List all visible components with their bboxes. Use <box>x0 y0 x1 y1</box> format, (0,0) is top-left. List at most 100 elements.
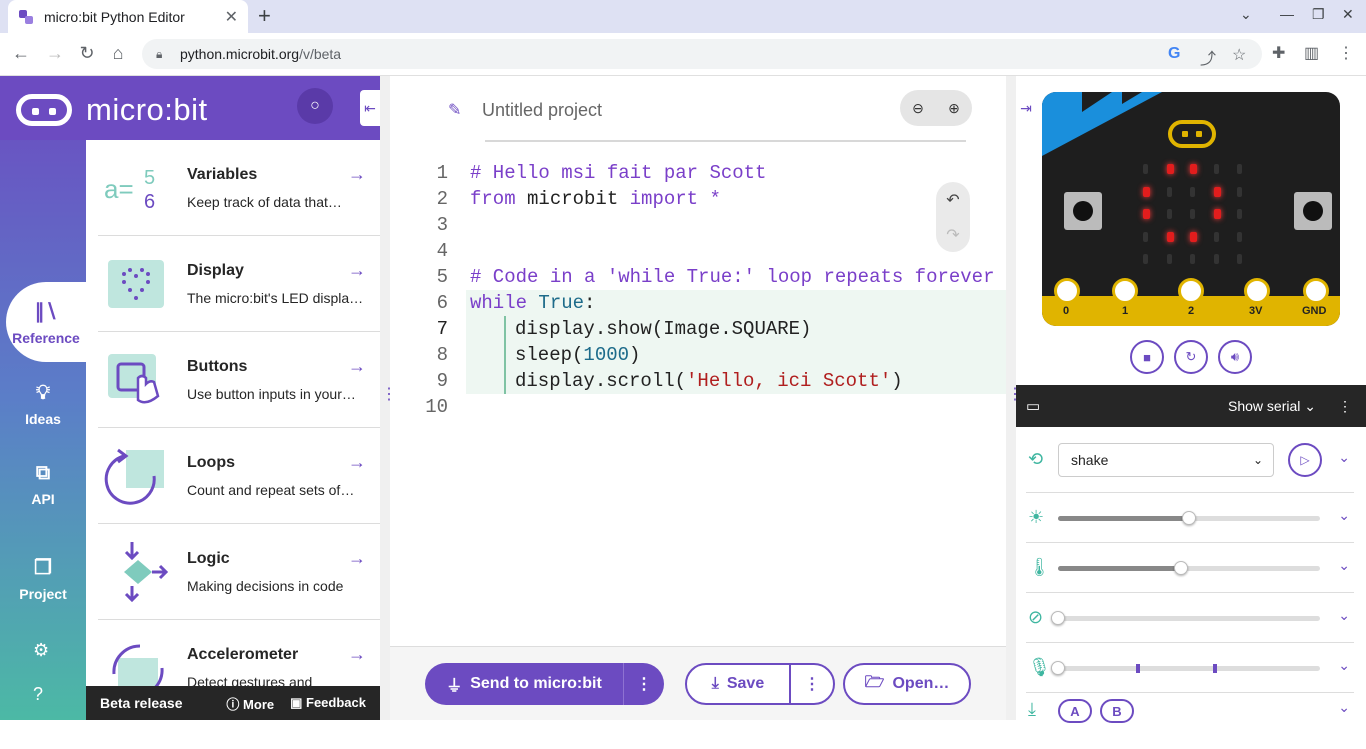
browser-menu-icon[interactable]: ⋮ <box>1338 43 1354 63</box>
home-icon[interactable]: ⌂ <box>107 43 129 64</box>
expand-chevron-icon[interactable]: ⌄ <box>1338 557 1350 574</box>
tab-search-icon[interactable]: ⌄ <box>1240 6 1252 23</box>
nav-api[interactable]: ⧉ API <box>0 444 86 524</box>
reference-item-desc: Use button inputs in your… <box>187 386 356 402</box>
button-a-control[interactable]: A <box>1058 699 1092 723</box>
send-to-microbit-button[interactable]: ⏚ Send to micro:bit ⋮ <box>425 663 664 705</box>
microbit-logo-icon[interactable] <box>1168 120 1216 148</box>
slider-thumb[interactable] <box>1051 661 1065 675</box>
nav-project[interactable]: ❐ Project <box>0 538 86 618</box>
send-label: Send to micro:bit <box>470 675 602 692</box>
sound-row: 🎙︎ ⌄ <box>1026 643 1354 693</box>
code-line: 4 <box>390 238 1006 264</box>
more-link[interactable]: ⓘ More <box>226 694 274 713</box>
forward-icon[interactable]: → <box>44 43 66 64</box>
save-more-icon[interactable]: ⋮ <box>791 674 833 694</box>
google-icon[interactable]: G <box>1168 45 1180 63</box>
pin-2[interactable] <box>1178 278 1204 304</box>
close-window-icon[interactable]: ✕ <box>1342 6 1354 23</box>
settings-icon[interactable]: ⚙ <box>33 640 49 661</box>
help-icon[interactable]: ? <box>33 684 43 705</box>
new-tab-icon[interactable]: + <box>258 4 271 28</box>
nav-ideas[interactable]: 💡︎ Ideas <box>0 364 86 444</box>
sound-threshold-low[interactable] <box>1136 664 1140 673</box>
reference-item-display[interactable]: Display The micro:bit's LED displa… → <box>98 236 380 332</box>
browser-tab[interactable]: micro:bit Python Editor ✕ <box>8 0 248 33</box>
brand-name: micro:bit <box>86 92 208 127</box>
svg-text:a=: a= <box>104 174 134 204</box>
serial-bar[interactable]: ▭ Show serial ⌄ ⋮ <box>1016 385 1366 427</box>
stop-button[interactable]: ■ <box>1130 340 1164 374</box>
expand-chevron-icon[interactable]: ⌄ <box>1338 699 1350 716</box>
code-line: 7 display.show(Image.SQUARE) <box>390 316 1006 342</box>
reference-item-variables[interactable]: a= 5 6 Variables Keep track of data that… … <box>98 140 380 236</box>
back-icon[interactable]: ← <box>10 43 32 64</box>
expand-chevron-icon[interactable]: ⌄ <box>1338 607 1350 624</box>
edit-pencil-icon[interactable]: ✎ <box>448 100 461 120</box>
lock-icon: 🔒︎ <box>156 46 163 61</box>
reference-item-loops[interactable]: Loops Count and repeat sets of… → <box>98 428 380 524</box>
led <box>1190 254 1195 264</box>
minimize-icon[interactable]: — <box>1280 6 1294 22</box>
nav-reference[interactable]: ∥∖ Reference <box>6 282 86 362</box>
temperature-slider[interactable] <box>1058 561 1320 575</box>
browser-tab-strip: micro:bit Python Editor ✕ + ⌄ — ❐ ✕ <box>0 0 1366 33</box>
expand-chevron-icon[interactable]: ⌄ <box>1338 657 1350 674</box>
led <box>1143 209 1150 219</box>
led <box>1143 254 1148 264</box>
send-gesture-button[interactable]: ▷ <box>1288 443 1322 477</box>
undo-icon[interactable]: ↶ <box>946 182 959 217</box>
reference-item-logic[interactable]: Logic Making decisions in code → <box>98 524 380 620</box>
restart-button[interactable]: ↻ <box>1174 340 1208 374</box>
project-name-field[interactable]: Untitled project <box>482 100 602 121</box>
code-text: display.show(Image.SQUARE) <box>515 318 812 340</box>
compass-slider[interactable] <box>1051 611 1320 625</box>
simulator-button-a[interactable] <box>1064 192 1102 230</box>
collapse-left-icon: ⇤ <box>364 99 376 116</box>
zoom-in-icon[interactable]: ⊕ <box>936 90 972 126</box>
zoom-out-icon[interactable]: ⊖ <box>900 90 936 126</box>
button-b-control[interactable]: B <box>1100 699 1134 723</box>
microbit-logo: micro:bit <box>16 92 208 128</box>
slider-thumb[interactable] <box>1051 611 1065 625</box>
thermometer-icon: 🌡︎ <box>1028 557 1051 577</box>
reload-icon[interactable]: ↻ <box>76 43 98 64</box>
feedback-link[interactable]: ▣ Feedback <box>290 695 366 711</box>
sound-slider[interactable] <box>1051 661 1320 675</box>
led <box>1190 209 1195 219</box>
line-number: 1 <box>436 162 448 184</box>
show-serial-button[interactable]: Show serial ⌄ <box>1228 398 1316 415</box>
python-icon <box>19 9 33 24</box>
search-icon: ○ <box>310 97 320 114</box>
expand-chevron-icon[interactable]: ⌄ <box>1338 507 1350 524</box>
collapse-simulator-button[interactable]: ⇥ <box>1016 90 1036 126</box>
serial-menu-icon[interactable]: ⋮ <box>1338 398 1352 415</box>
side-panel-icon[interactable]: ▥ <box>1304 43 1319 63</box>
simulator-button-b[interactable] <box>1294 192 1332 230</box>
bookmark-star-icon[interactable]: ☆ <box>1232 45 1246 65</box>
expand-chevron-icon[interactable]: ⌄ <box>1338 449 1350 466</box>
redo-icon[interactable]: ↷ <box>946 217 959 252</box>
url-field[interactable]: 🔒︎ python.microbit.org/v/beta <box>142 39 1262 69</box>
python-icon: ⧉ <box>35 461 51 484</box>
reference-item-buttons[interactable]: Buttons Use button inputs in your… → <box>98 332 380 428</box>
mute-button[interactable]: 🔊︎ <box>1218 340 1252 374</box>
send-more-icon[interactable]: ⋮ <box>624 674 664 694</box>
close-tab-icon[interactable]: ✕ <box>225 7 238 27</box>
slider-thumb[interactable] <box>1174 561 1189 575</box>
slider-thumb[interactable] <box>1182 511 1196 525</box>
sound-threshold-high[interactable] <box>1213 664 1217 673</box>
search-button[interactable]: ○ <box>297 88 333 124</box>
pin-0[interactable] <box>1054 278 1080 304</box>
gesture-select[interactable]: shake ⌄ <box>1058 443 1274 477</box>
restore-icon[interactable]: ❐ <box>1312 6 1325 23</box>
light-slider[interactable] <box>1058 511 1320 525</box>
pin-1[interactable] <box>1112 278 1138 304</box>
save-button[interactable]: ⤓ Save ⋮ <box>685 663 835 705</box>
share-icon[interactable]: ⤴ <box>1200 45 1216 69</box>
reference-item-title: Loops <box>187 454 235 471</box>
collapse-sidebar-button[interactable]: ⇤ <box>360 90 380 126</box>
open-button[interactable]: 🗁︎ Open… <box>843 663 971 705</box>
extensions-icon[interactable]: ✚ <box>1272 43 1285 63</box>
code-editor[interactable]: 1 # Hello msi fait par Scott 2 from microb… <box>390 160 1006 420</box>
